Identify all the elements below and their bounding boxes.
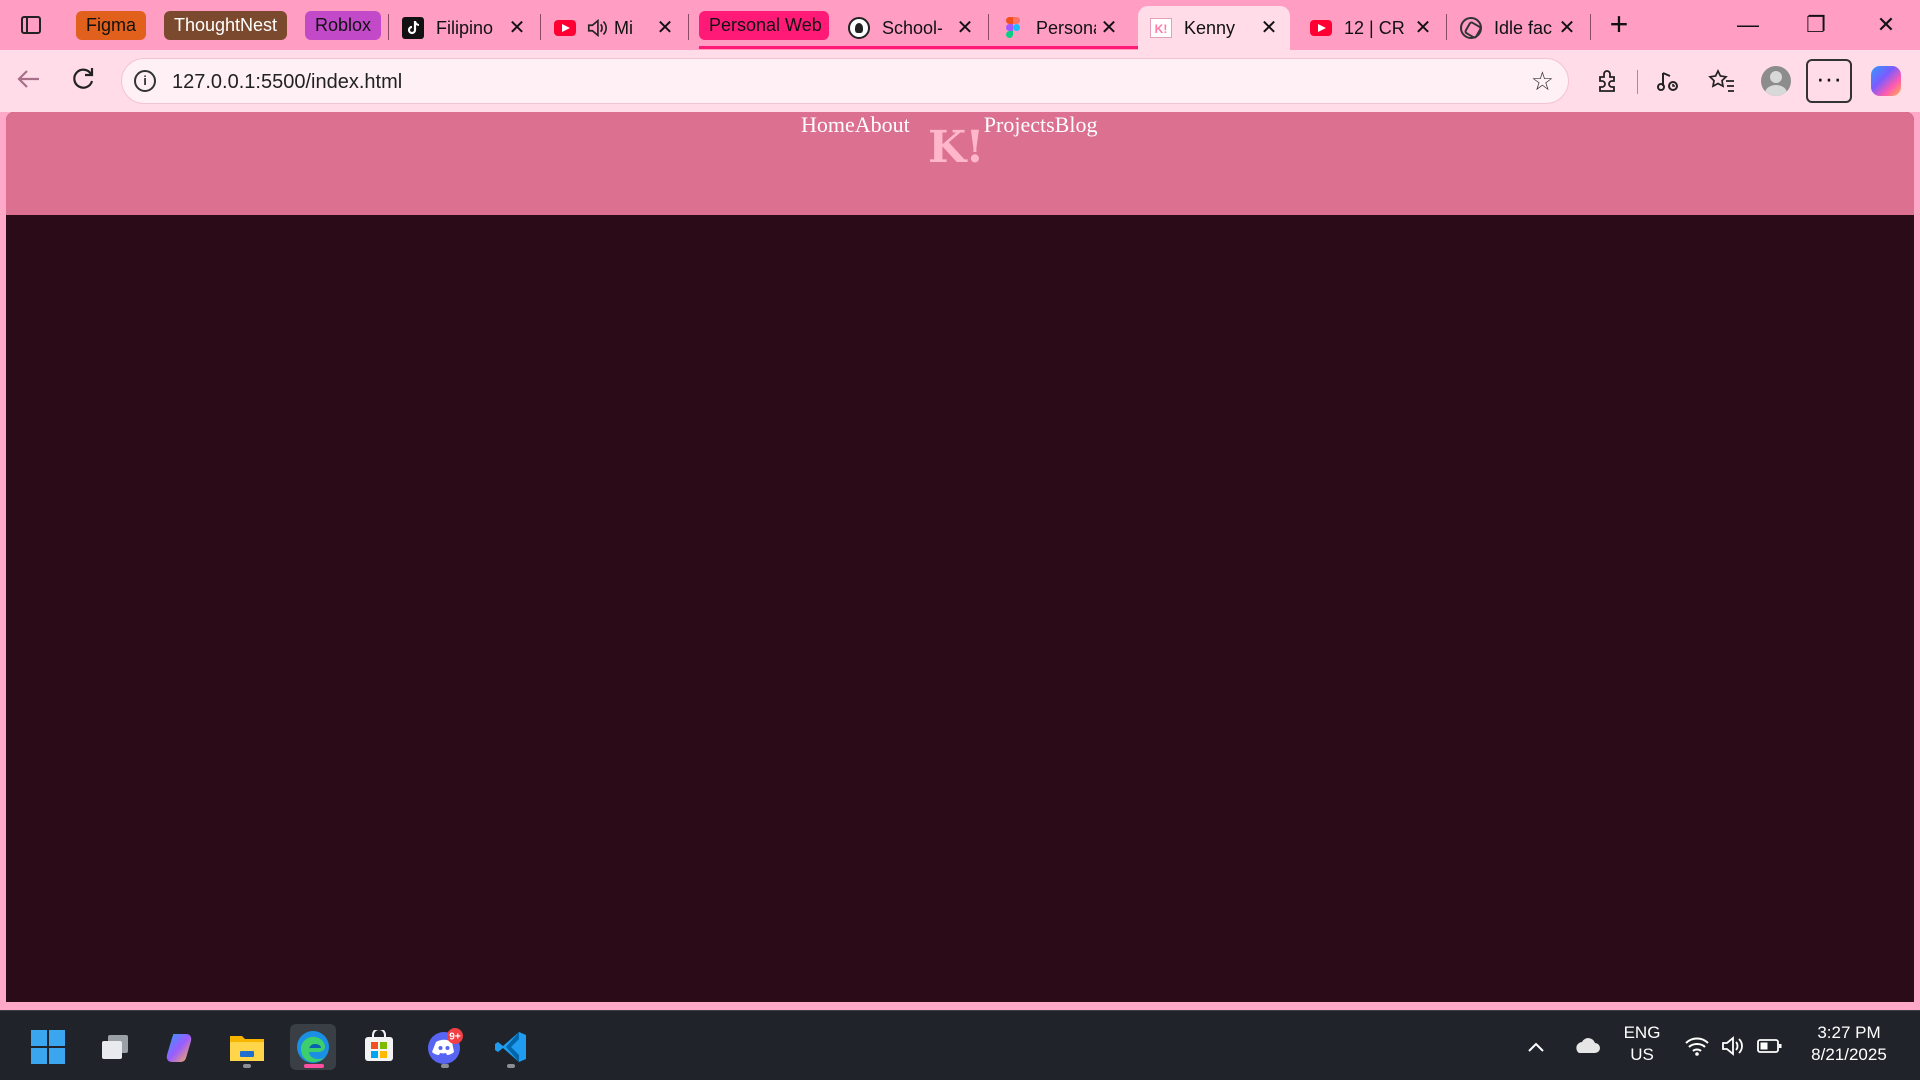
wifi-icon[interactable]: [1684, 1035, 1710, 1062]
tab-group-roblox[interactable]: Roblox: [305, 11, 382, 40]
tab-separator: [688, 14, 689, 40]
file-explorer-icon[interactable]: [224, 1024, 270, 1070]
speaker-icon[interactable]: [586, 17, 608, 39]
tiktok-icon: [402, 17, 424, 39]
close-tab-icon[interactable]: ✕: [954, 17, 976, 39]
site-info-icon[interactable]: i: [134, 70, 156, 92]
tab-title: Persona: [1036, 17, 1096, 38]
close-tab-icon[interactable]: ✕: [1556, 17, 1578, 39]
discord-icon[interactable]: 9+: [422, 1024, 468, 1070]
windows-logo-icon: [31, 1030, 65, 1064]
chatgpt-icon: [1460, 17, 1482, 39]
github-icon: [848, 17, 870, 39]
tab-separator: [388, 14, 389, 40]
restore-button[interactable]: ❐: [1796, 10, 1836, 40]
clock-time: 3:27 PM: [1817, 1023, 1881, 1042]
page-viewport: Home About Projects Blog K!: [6, 112, 1914, 1002]
tab-separator: [988, 14, 989, 40]
nav-link-projects[interactable]: Projects: [984, 112, 1055, 142]
extensions-icon[interactable]: [1590, 63, 1626, 99]
copilot-taskbar-icon[interactable]: [158, 1024, 204, 1070]
tab-actions-icon[interactable]: [18, 12, 44, 38]
volume-icon[interactable]: [1720, 1035, 1746, 1062]
refresh-icon: [73, 68, 94, 89]
windows-taskbar: 9+ ENG US 3:27 PM 8/21/2025: [0, 1010, 1920, 1080]
running-indicator: [441, 1064, 449, 1068]
onedrive-cloud-icon[interactable]: [1572, 1035, 1600, 1060]
figma-icon: [1002, 17, 1024, 39]
discord-notification-badge: 9+: [449, 1032, 461, 1043]
back-button[interactable]: [12, 64, 46, 98]
language-indicator[interactable]: ENG US: [1620, 1023, 1664, 1065]
site-logo[interactable]: K!: [928, 122, 985, 173]
tab-separator: [1446, 14, 1447, 40]
tab-persona[interactable]: Persona ✕: [990, 6, 1130, 50]
tab-strip: Figma ThoughtNest Roblox Filipino ✕ Mi ✕…: [0, 0, 1920, 50]
show-hidden-icons-chevron-icon[interactable]: [1527, 1035, 1545, 1059]
k-favicon: K!: [1150, 17, 1172, 39]
youtube-icon: [554, 17, 576, 39]
nav-link-blog[interactable]: Blog: [1055, 112, 1098, 142]
edge-taskbar-icon[interactable]: [290, 1024, 336, 1070]
active-app-indicator: [304, 1064, 324, 1068]
back-arrow-icon: [17, 70, 39, 88]
browser-toolbar: i 127.0.0.1:5500/index.html ☆ ···: [0, 50, 1920, 112]
site-header: Home About Projects Blog K!: [6, 112, 1914, 215]
tab-group-personal-web[interactable]: Personal Web: [699, 11, 829, 40]
vscode-icon[interactable]: [488, 1024, 534, 1070]
tab-title: Mi: [614, 17, 633, 38]
running-indicator: [507, 1064, 515, 1068]
tab-title: Filipino: [436, 17, 494, 38]
favorites-icon[interactable]: [1704, 63, 1740, 99]
minimize-button[interactable]: —: [1728, 10, 1768, 40]
copilot-icon[interactable]: [1868, 63, 1904, 99]
language-line-2: US: [1630, 1045, 1654, 1064]
address-bar[interactable]: i 127.0.0.1:5500/index.html ☆: [121, 58, 1569, 104]
url-text[interactable]: 127.0.0.1:5500/index.html: [172, 59, 402, 105]
nav-link-home[interactable]: Home: [801, 112, 855, 142]
tab-separator: [1590, 14, 1591, 40]
tab-kenny[interactable]: K! Kenny ✕: [1138, 6, 1290, 50]
profile-avatar-icon[interactable]: [1758, 63, 1794, 99]
tab-idle-fac[interactable]: Idle fac ✕: [1448, 6, 1588, 50]
tab-12-cri[interactable]: 12 | CRI ✕: [1298, 6, 1444, 50]
settings-more-button[interactable]: ···: [1806, 59, 1852, 103]
clock[interactable]: 3:27 PM 8/21/2025: [1796, 1023, 1902, 1065]
tab-group-figma[interactable]: Figma: [76, 11, 147, 40]
media-control-icon[interactable]: [1650, 63, 1686, 99]
youtube-icon: [1310, 17, 1332, 39]
close-window-button[interactable]: ✕: [1866, 10, 1906, 40]
toolbar-divider: [1637, 70, 1638, 94]
microsoft-store-icon[interactable]: [356, 1024, 402, 1070]
refresh-button[interactable]: [66, 64, 100, 98]
close-tab-icon[interactable]: ✕: [1098, 17, 1120, 39]
clock-date: 8/21/2025: [1811, 1045, 1887, 1064]
tab-school[interactable]: School- ✕: [836, 6, 986, 50]
tab-title: 12 | CRI: [1344, 17, 1406, 38]
running-indicator: [243, 1064, 251, 1068]
new-tab-button[interactable]: +: [1604, 8, 1634, 40]
close-tab-icon[interactable]: ✕: [506, 17, 528, 39]
language-line-1: ENG: [1623, 1023, 1661, 1042]
favorite-star-icon[interactable]: ☆: [1531, 67, 1554, 95]
tab-filipino[interactable]: Filipino ✕: [390, 6, 538, 50]
close-tab-icon[interactable]: ✕: [1412, 17, 1434, 39]
tab-separator: [540, 14, 541, 40]
close-tab-icon[interactable]: ✕: [1258, 17, 1280, 39]
task-view-icon[interactable]: [92, 1024, 138, 1070]
tab-mi[interactable]: Mi ✕: [542, 6, 686, 50]
battery-icon[interactable]: [1756, 1035, 1784, 1062]
tab-title: School-: [882, 17, 942, 38]
tab-title: Idle fac: [1494, 17, 1553, 38]
start-button[interactable]: [25, 1024, 71, 1070]
close-tab-icon[interactable]: ✕: [654, 17, 676, 39]
tab-title: Kenny: [1184, 17, 1236, 38]
tab-group-thoughtnest[interactable]: ThoughtNest: [164, 11, 288, 40]
nav-link-about[interactable]: About: [855, 112, 910, 142]
